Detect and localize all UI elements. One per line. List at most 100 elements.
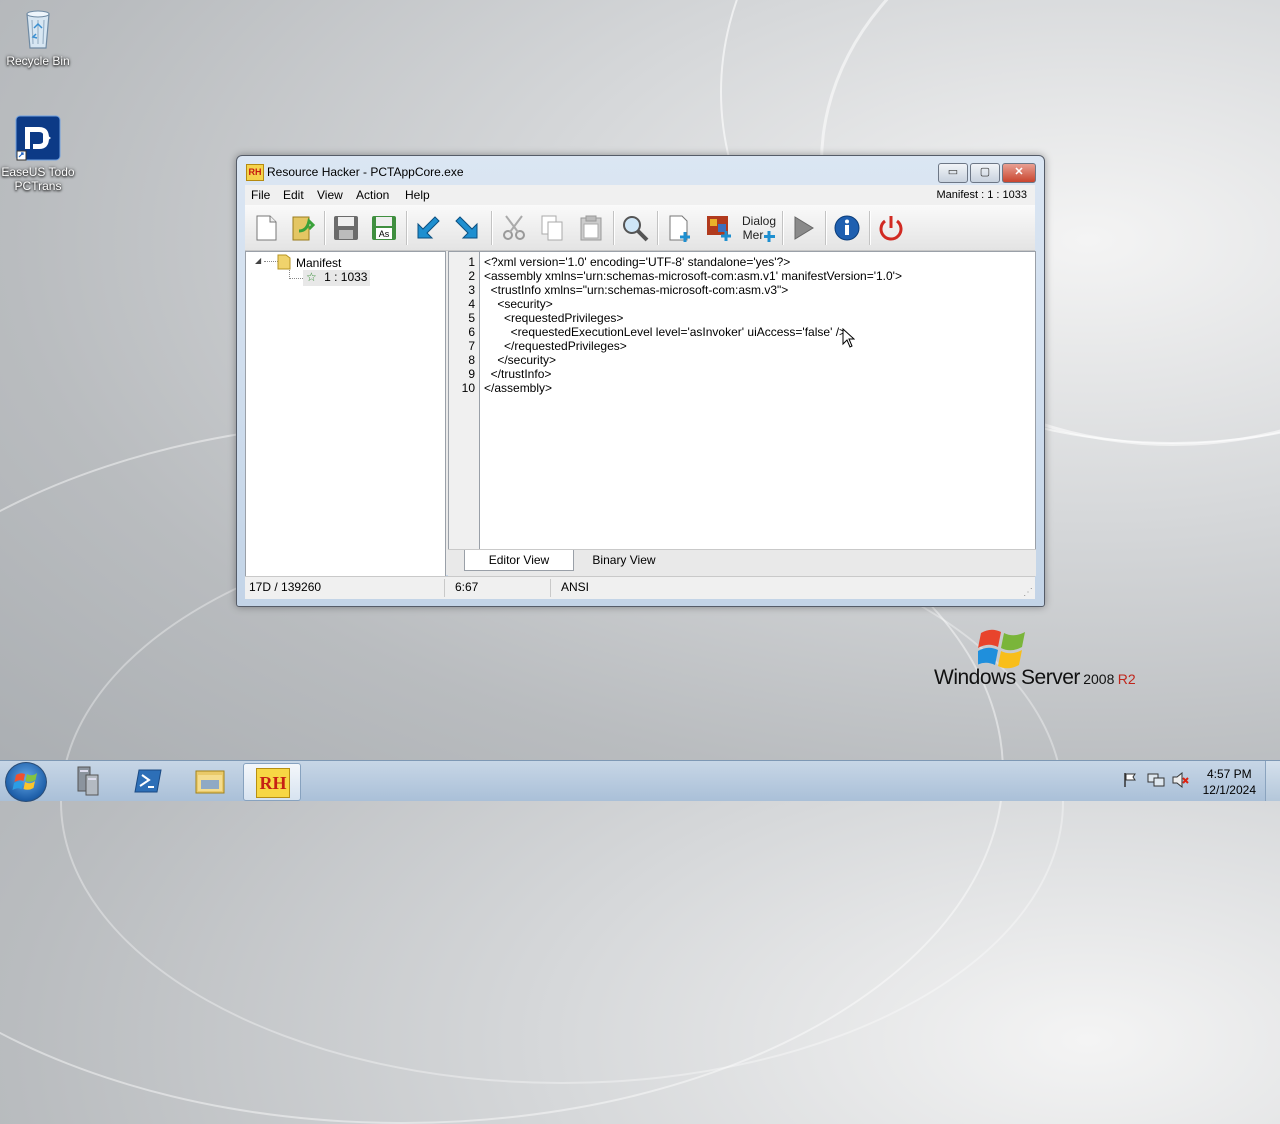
open-file-icon: [292, 216, 316, 241]
system-clock[interactable]: 4:57 PM 12/1/2024: [1203, 766, 1256, 798]
tree-node-selected[interactable]: ☆ 1 : 1033: [303, 270, 371, 286]
taskbar-file-explorer[interactable]: [182, 763, 238, 799]
easeus-todo-pctrans-icon: [15, 115, 61, 161]
menu-file[interactable]: File: [251, 188, 270, 202]
start-button[interactable]: [5, 762, 47, 802]
close-icon: ✕: [1014, 166, 1024, 178]
copy-icon: [541, 215, 563, 241]
forward-arrow-icon: [455, 216, 478, 239]
line-number: 4: [468, 297, 475, 311]
new-file-icon: [256, 215, 277, 241]
menu-view[interactable]: View: [317, 188, 343, 202]
code-line[interactable]: <security>: [484, 297, 552, 311]
toolbar: As Dialog Mer: [245, 205, 1035, 251]
brand-version: 2008: [1083, 671, 1115, 687]
minimize-button[interactable]: ▭: [938, 163, 968, 183]
resource-tree[interactable]: ◢ Manifest ☆ 1 : 1033: [245, 251, 446, 577]
desktop-icon-label: EaseUS Todo PCTrans: [1, 165, 75, 193]
brand-edition: R2: [1117, 671, 1136, 687]
copy-button[interactable]: [537, 213, 567, 243]
maximize-icon: ▢: [979, 166, 991, 178]
exit-button[interactable]: [876, 213, 906, 243]
line-number: 2: [468, 269, 475, 283]
resource-hacker-window[interactable]: RH Resource Hacker - PCTAppCore.exe ▭ ▢ …: [236, 155, 1045, 607]
paste-icon: [580, 215, 602, 241]
line-number: 8: [468, 353, 475, 367]
taskbar: RH 4:57 PM 12/1/2024: [0, 760, 1280, 802]
menu-bar: File Edit View Action Help Manifest : 1 …: [245, 185, 1035, 205]
svg-text:Mer: Mer: [743, 228, 764, 242]
code-line[interactable]: </trustInfo>: [484, 367, 552, 381]
code-line[interactable]: </assembly>: [484, 381, 552, 395]
action-center-flag-icon[interactable]: [1122, 772, 1138, 791]
forward-button[interactable]: [452, 213, 482, 243]
status-cursor-position: 6:67: [455, 580, 479, 594]
tree-connector: [289, 278, 303, 279]
save-as-button[interactable]: As: [369, 213, 399, 243]
find-icon: [623, 216, 649, 242]
line-number: 3: [468, 283, 475, 297]
save-button[interactable]: [331, 213, 361, 243]
tree-connector: [264, 261, 278, 262]
code-line[interactable]: <trustInfo xmlns="urn:schemas-microsoft-…: [484, 283, 789, 297]
code-line[interactable]: <assembly xmlns='urn:schemas-microsoft-c…: [484, 269, 902, 283]
taskbar-resource-hacker[interactable]: RH: [243, 763, 301, 801]
find-button[interactable]: [620, 213, 650, 243]
menu-help[interactable]: Help: [405, 188, 430, 202]
menu-edit[interactable]: Edit: [283, 188, 304, 202]
desktop-icon-easeus[interactable]: EaseUS Todo PCTrans: [0, 115, 76, 193]
add-resource-icon: [669, 215, 690, 242]
dialog-merger-icon: DialogMer: [742, 214, 776, 242]
dialog-merger-button[interactable]: Dialog Mer: [741, 213, 777, 243]
tree-node-manifest[interactable]: Manifest: [296, 256, 341, 270]
add-resource-button[interactable]: [665, 213, 695, 243]
code-line[interactable]: <requestedPrivileges>: [484, 311, 623, 325]
title-bar[interactable]: RH Resource Hacker - PCTAppCore.exe ▭ ▢ …: [237, 156, 1044, 186]
line-number: 10: [461, 381, 475, 395]
code-editor[interactable]: 1 2 3 4 5 6 7 8 9 10 <?xml version='1.0' encoding…: [448, 251, 1036, 550]
status-bar: 17D / 139260 6:67 ANSI ⋰: [245, 576, 1035, 599]
taskbar-server-manager[interactable]: [60, 763, 116, 799]
brand-product: Windows Server: [934, 666, 1080, 689]
recycle-bin-icon: [23, 8, 53, 50]
powershell-icon: [134, 769, 162, 793]
maximize-button[interactable]: ▢: [970, 163, 1000, 183]
collapse-icon[interactable]: ◢: [255, 256, 261, 265]
file-explorer-icon: [195, 770, 225, 794]
code-line[interactable]: <requestedExecutionLevel level='asInvoke…: [484, 325, 846, 339]
taskbar-powershell[interactable]: [121, 763, 177, 799]
tab-editor-view[interactable]: Editor View: [464, 550, 574, 571]
tab-binary-view[interactable]: Binary View: [584, 550, 664, 570]
exit-icon: [879, 216, 903, 241]
windows-logo-icon: [975, 625, 1028, 672]
star-icon: ☆: [306, 270, 317, 284]
add-image-button[interactable]: [704, 213, 734, 243]
network-icon[interactable]: [1147, 772, 1165, 791]
open-file-button[interactable]: [289, 213, 319, 243]
line-number: 5: [468, 311, 475, 325]
back-button[interactable]: [413, 213, 443, 243]
code-line[interactable]: </requestedPrivileges>: [484, 339, 627, 353]
desktop-icon-recycle-bin[interactable]: Recycle Bin: [0, 8, 76, 68]
menu-action[interactable]: Action: [356, 188, 389, 202]
window-title: Resource Hacker - PCTAppCore.exe: [267, 165, 464, 179]
back-arrow-icon: [417, 216, 440, 239]
status-offset: 17D / 139260: [249, 580, 322, 594]
new-file-button[interactable]: [251, 213, 281, 243]
volume-muted-icon[interactable]: [1172, 771, 1190, 791]
compile-run-button[interactable]: [788, 213, 818, 243]
clock-date: 12/1/2024: [1202, 783, 1256, 797]
mouse-cursor-icon: [842, 327, 856, 351]
code-line[interactable]: </security>: [484, 353, 556, 367]
resize-grip-icon[interactable]: ⋰: [1023, 587, 1033, 598]
code-line[interactable]: <?xml version='1.0' encoding='UTF-8' sta…: [484, 255, 790, 269]
save-as-icon: As: [372, 216, 396, 240]
view-tabs: Editor View Binary View: [448, 549, 1036, 576]
cut-button[interactable]: [499, 213, 529, 243]
line-number: 1: [468, 255, 475, 269]
close-button[interactable]: ✕: [1002, 163, 1036, 183]
windows-start-icon: [12, 773, 37, 790]
info-button[interactable]: [832, 213, 862, 243]
paste-button[interactable]: [576, 213, 606, 243]
show-desktop-button[interactable]: [1265, 761, 1280, 801]
